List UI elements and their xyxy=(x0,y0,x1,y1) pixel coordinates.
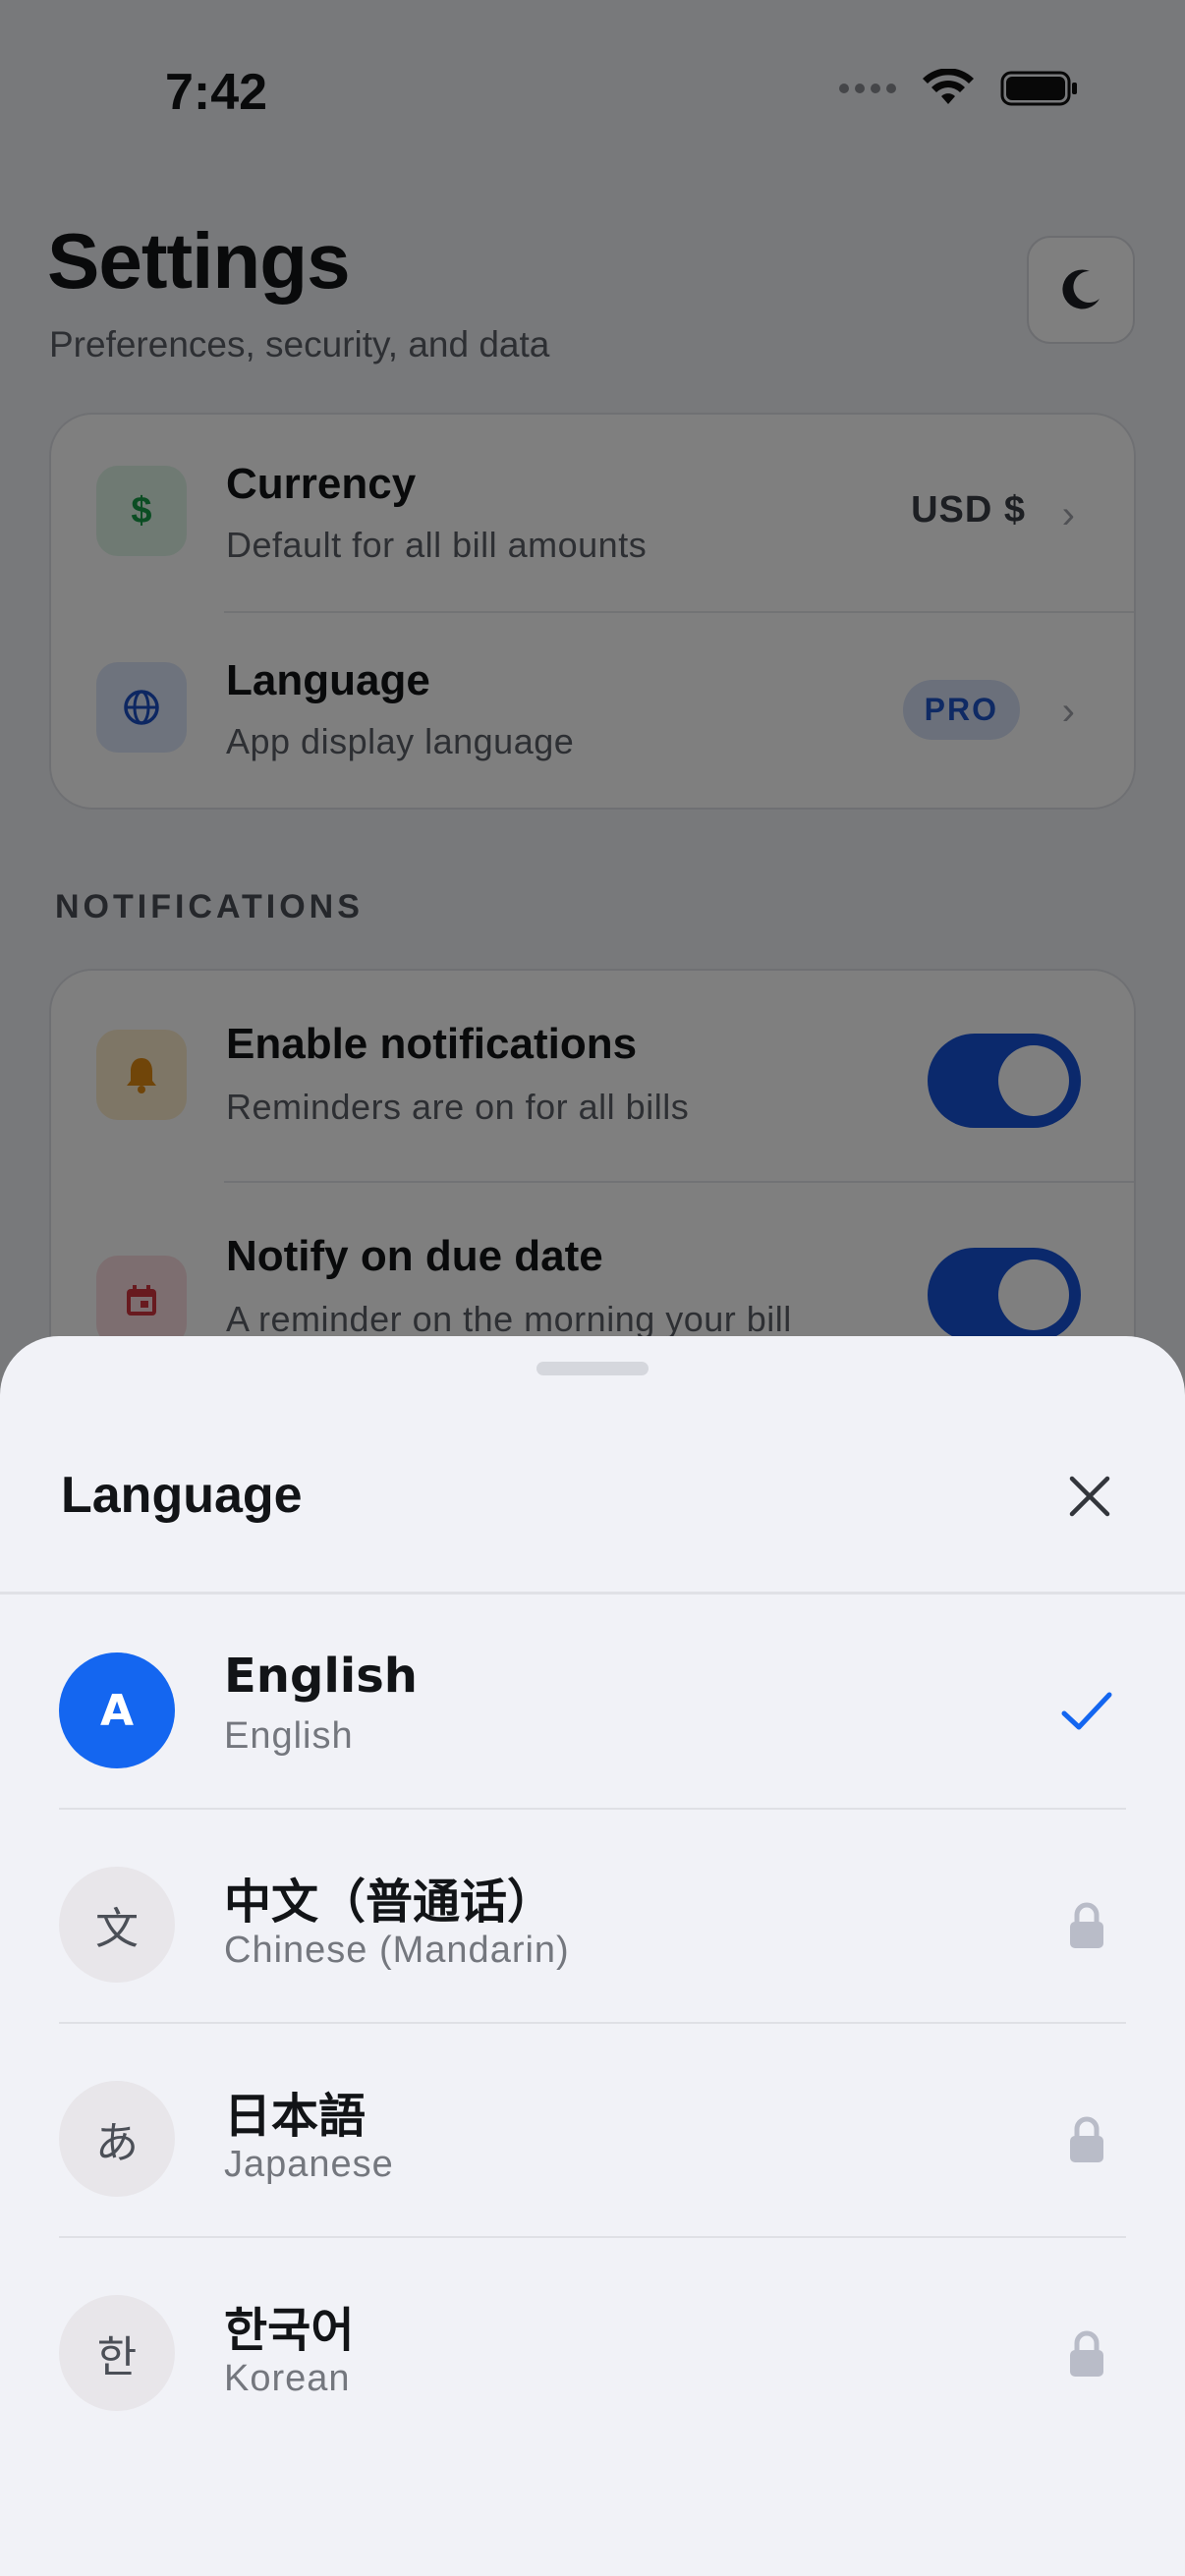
language-english-name: Korean xyxy=(224,2358,351,2399)
close-button[interactable] xyxy=(1057,1464,1122,1529)
language-native-name: 日本語 xyxy=(224,2089,367,2144)
language-option-english[interactable]: A English English xyxy=(59,1603,1126,1818)
language-option-korean[interactable]: 한 한국어 Korean xyxy=(59,2246,1126,2460)
divider xyxy=(59,1808,1126,1810)
language-sheet: Language A English English 文 中文（普通话） Chi… xyxy=(0,1336,1185,2576)
settings-screen: 7:42 Settings Preferences, security, and… xyxy=(0,0,1185,2576)
language-avatar: 文 xyxy=(59,1867,175,1983)
sheet-divider xyxy=(0,1592,1185,1595)
language-option-japanese[interactable]: あ 日本語 Japanese xyxy=(59,2032,1126,2246)
language-native-name: 中文（普通话） xyxy=(224,1875,555,1930)
divider xyxy=(59,2022,1126,2024)
lock-icon xyxy=(1047,1886,1126,1965)
language-english-name: English xyxy=(224,1715,354,1757)
language-option-chinese[interactable]: 文 中文（普通话） Chinese (Mandarin) xyxy=(59,1818,1126,2032)
close-icon xyxy=(1069,1476,1110,1517)
lock-icon xyxy=(1047,2100,1126,2179)
lock-icon xyxy=(1047,2315,1126,2393)
divider xyxy=(59,2236,1126,2238)
language-avatar: あ xyxy=(59,2081,175,2197)
language-english-name: Chinese (Mandarin) xyxy=(224,1930,570,1971)
language-avatar: 한 xyxy=(59,2295,175,2411)
sheet-grabber[interactable] xyxy=(536,1362,649,1375)
sheet-title: Language xyxy=(61,1467,303,1524)
language-native-name: 한국어 xyxy=(224,2303,355,2358)
language-native-name: English xyxy=(224,1649,418,1704)
language-english-name: Japanese xyxy=(224,2144,394,2185)
language-avatar: A xyxy=(59,1652,175,1768)
checkmark-icon xyxy=(1047,1672,1126,1751)
